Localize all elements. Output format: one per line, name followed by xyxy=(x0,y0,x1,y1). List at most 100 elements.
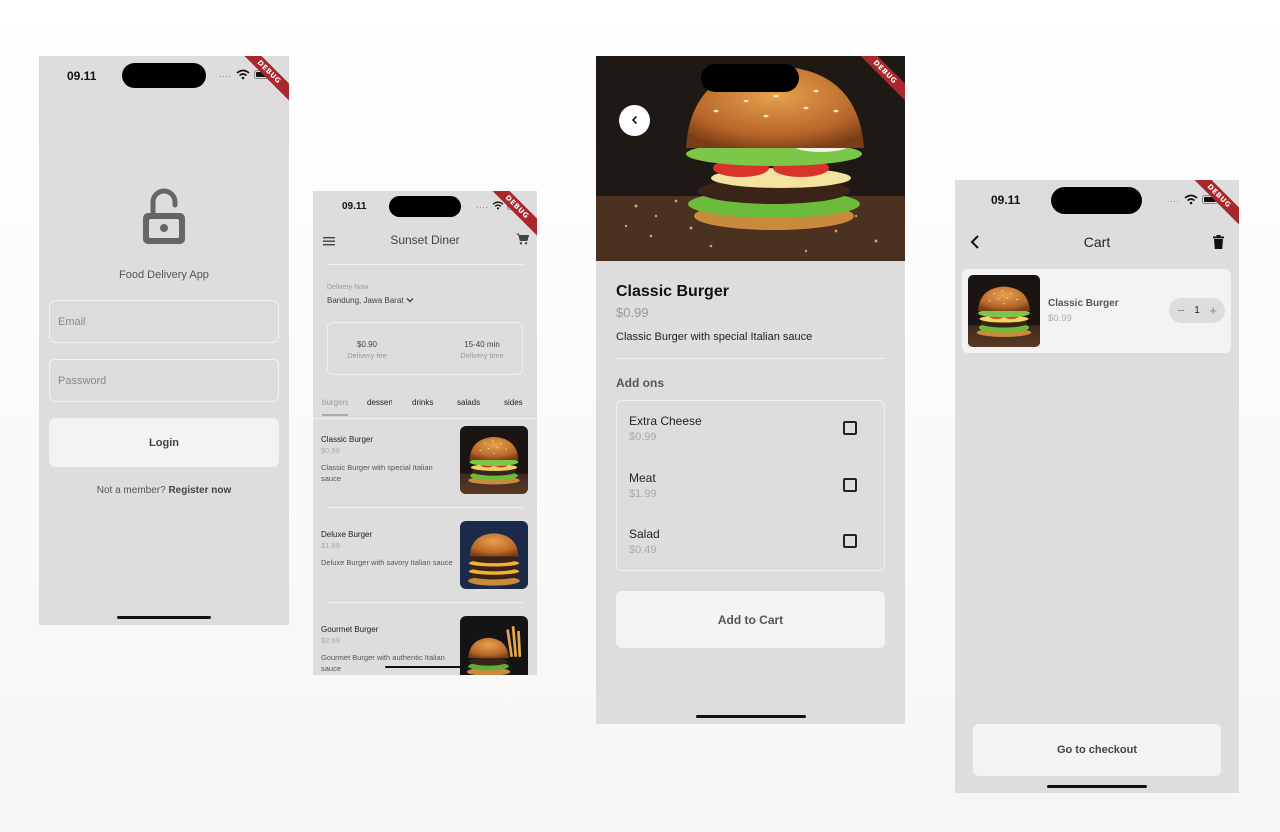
header-divider xyxy=(327,264,523,265)
status-time: 09.11 xyxy=(342,201,367,212)
food-image xyxy=(460,616,528,675)
chevron-down-icon xyxy=(406,296,414,305)
addon-checkbox[interactable] xyxy=(843,534,857,548)
addon-price: $0.49 xyxy=(629,544,657,556)
addon-row[interactable]: Salad $0.49 xyxy=(629,527,872,567)
status-time: 09.11 xyxy=(67,69,97,83)
food-image xyxy=(460,521,528,589)
quantity-stepper: − 1 + xyxy=(1169,298,1225,323)
food-description: Deluxe Burger with savory Italian sauce xyxy=(321,558,453,567)
food-price: $0.99 xyxy=(321,446,340,455)
tab-burgers[interactable]: burgers xyxy=(322,398,348,407)
trash-icon[interactable] xyxy=(1213,235,1224,254)
cart-screen: 09.11 .... DEBUG Cart Classic Burger $0.… xyxy=(955,180,1239,793)
detail-divider xyxy=(616,358,885,359)
item-divider xyxy=(327,507,523,508)
delivery-time: 15-40 min Delivery time xyxy=(456,340,508,360)
delivery-location-selector[interactable]: Bandung, Jawa Barat xyxy=(327,296,414,305)
delivery-time-label: Delivery time xyxy=(460,351,504,360)
menu-screen: 09.11 .... DEBUG Sunset Diner Delivery N… xyxy=(313,191,537,675)
cart-item-image xyxy=(968,275,1040,347)
dynamic-island xyxy=(1051,187,1142,214)
not-member-text: Not a member? xyxy=(96,485,166,496)
home-indicator[interactable] xyxy=(696,715,806,718)
debug-ribbon: DEBUG xyxy=(235,56,289,106)
food-price: $0.99 xyxy=(616,305,649,320)
wifi-icon xyxy=(492,201,504,210)
food-description: Classic Burger with special Italian sauc… xyxy=(321,463,433,483)
email-input[interactable] xyxy=(58,315,270,328)
password-field[interactable] xyxy=(49,359,279,402)
addon-row[interactable]: Meat $1.99 xyxy=(629,471,872,511)
register-link[interactable]: Register now xyxy=(168,485,231,496)
dynamic-island xyxy=(701,64,799,92)
food-price: $2.99 xyxy=(321,636,340,645)
signal-dots: .... xyxy=(1167,195,1180,204)
active-tab-indicator xyxy=(322,414,348,416)
register-prompt: Not a member? Register now xyxy=(39,485,289,496)
delivery-fee-label: Delivery fee xyxy=(347,351,387,360)
addon-name: Salad xyxy=(629,527,660,541)
home-indicator[interactable] xyxy=(1047,785,1147,788)
minus-button[interactable]: − xyxy=(1177,303,1185,318)
cart-title: Cart xyxy=(1083,234,1111,250)
food-name: Gourmet Burger xyxy=(321,625,379,634)
dynamic-island xyxy=(122,63,206,88)
addon-name: Meat xyxy=(629,471,656,485)
tab-sides[interactable]: sides xyxy=(504,398,523,407)
food-item[interactable]: Classic Burger $0.99 Classic Burger with… xyxy=(313,426,537,530)
food-title: Classic Burger xyxy=(616,283,729,300)
cart-item-price: $0.99 xyxy=(1048,313,1072,324)
cart-item[interactable]: Classic Burger $0.99 − 1 + xyxy=(962,269,1231,353)
status-time: 09.11 xyxy=(991,193,1021,207)
home-indicator[interactable] xyxy=(385,666,463,668)
food-name: Deluxe Burger xyxy=(321,530,373,539)
login-button[interactable]: Login xyxy=(49,418,279,467)
delivery-label: Delivery Now xyxy=(327,284,369,291)
addon-checkbox[interactable] xyxy=(843,421,857,435)
food-detail-screen: DEBUG Classic Burger $0.99 Classic Burge… xyxy=(596,56,905,724)
item-divider xyxy=(327,602,523,603)
addon-name: Extra Cheese xyxy=(629,414,702,428)
addon-price: $0.99 xyxy=(629,431,657,443)
food-item[interactable]: Deluxe Burger $1.99 Deluxe Burger with s… xyxy=(313,521,537,625)
wifi-icon xyxy=(236,69,250,80)
cart-icon[interactable] xyxy=(516,232,530,250)
category-tabs: burgers desserts drinks salads sides xyxy=(313,397,537,419)
quantity-value: 1 xyxy=(1194,305,1200,316)
food-name: Classic Burger xyxy=(321,435,374,444)
signal-dots: .... xyxy=(219,70,232,79)
app-title: Food Delivery App xyxy=(119,269,209,281)
chevron-left-icon xyxy=(630,112,640,130)
plus-button[interactable]: + xyxy=(1209,303,1217,318)
dynamic-island xyxy=(389,196,461,217)
food-description: Gourmet Burger with authentic Italian sa… xyxy=(321,653,445,673)
delivery-fee-value: $0.90 xyxy=(356,340,378,349)
tab-salads[interactable]: salads xyxy=(457,398,480,407)
back-button[interactable] xyxy=(619,105,650,136)
login-screen: 09.11 .... DEBUG Food Delivery App Login… xyxy=(39,56,289,625)
addons-title: Add ons xyxy=(616,376,664,390)
food-price: $1.99 xyxy=(321,541,340,550)
addons-list: Extra Cheese $0.99 Meat $1.99 Salad $0.4… xyxy=(616,400,885,571)
app-bar: Sunset Diner xyxy=(313,231,537,249)
food-image xyxy=(460,426,528,494)
tab-drinks[interactable]: drinks xyxy=(412,398,433,407)
delivery-info-box: $0.90 Delivery fee 15-40 min Delivery ti… xyxy=(327,322,523,375)
tab-desserts[interactable]: desserts xyxy=(367,398,392,407)
addon-price: $1.99 xyxy=(629,488,657,500)
password-input[interactable] xyxy=(58,374,270,387)
food-description: Classic Burger with special Italian sauc… xyxy=(616,331,813,343)
add-to-cart-button[interactable]: Add to Cart xyxy=(616,591,885,648)
addon-row[interactable]: Extra Cheese $0.99 xyxy=(629,414,872,454)
cart-item-name: Classic Burger xyxy=(1048,298,1119,309)
addon-checkbox[interactable] xyxy=(843,478,857,492)
signal-dots: .... xyxy=(476,201,489,210)
delivery-time-value: 15-40 min xyxy=(464,340,500,349)
delivery-fee: $0.90 Delivery fee xyxy=(342,340,392,360)
delivery-location: Bandung, Jawa Barat xyxy=(327,296,404,305)
home-indicator[interactable] xyxy=(117,616,211,619)
wifi-icon xyxy=(1184,194,1198,205)
checkout-button[interactable]: Go to checkout xyxy=(973,724,1221,776)
email-field[interactable] xyxy=(49,300,279,343)
